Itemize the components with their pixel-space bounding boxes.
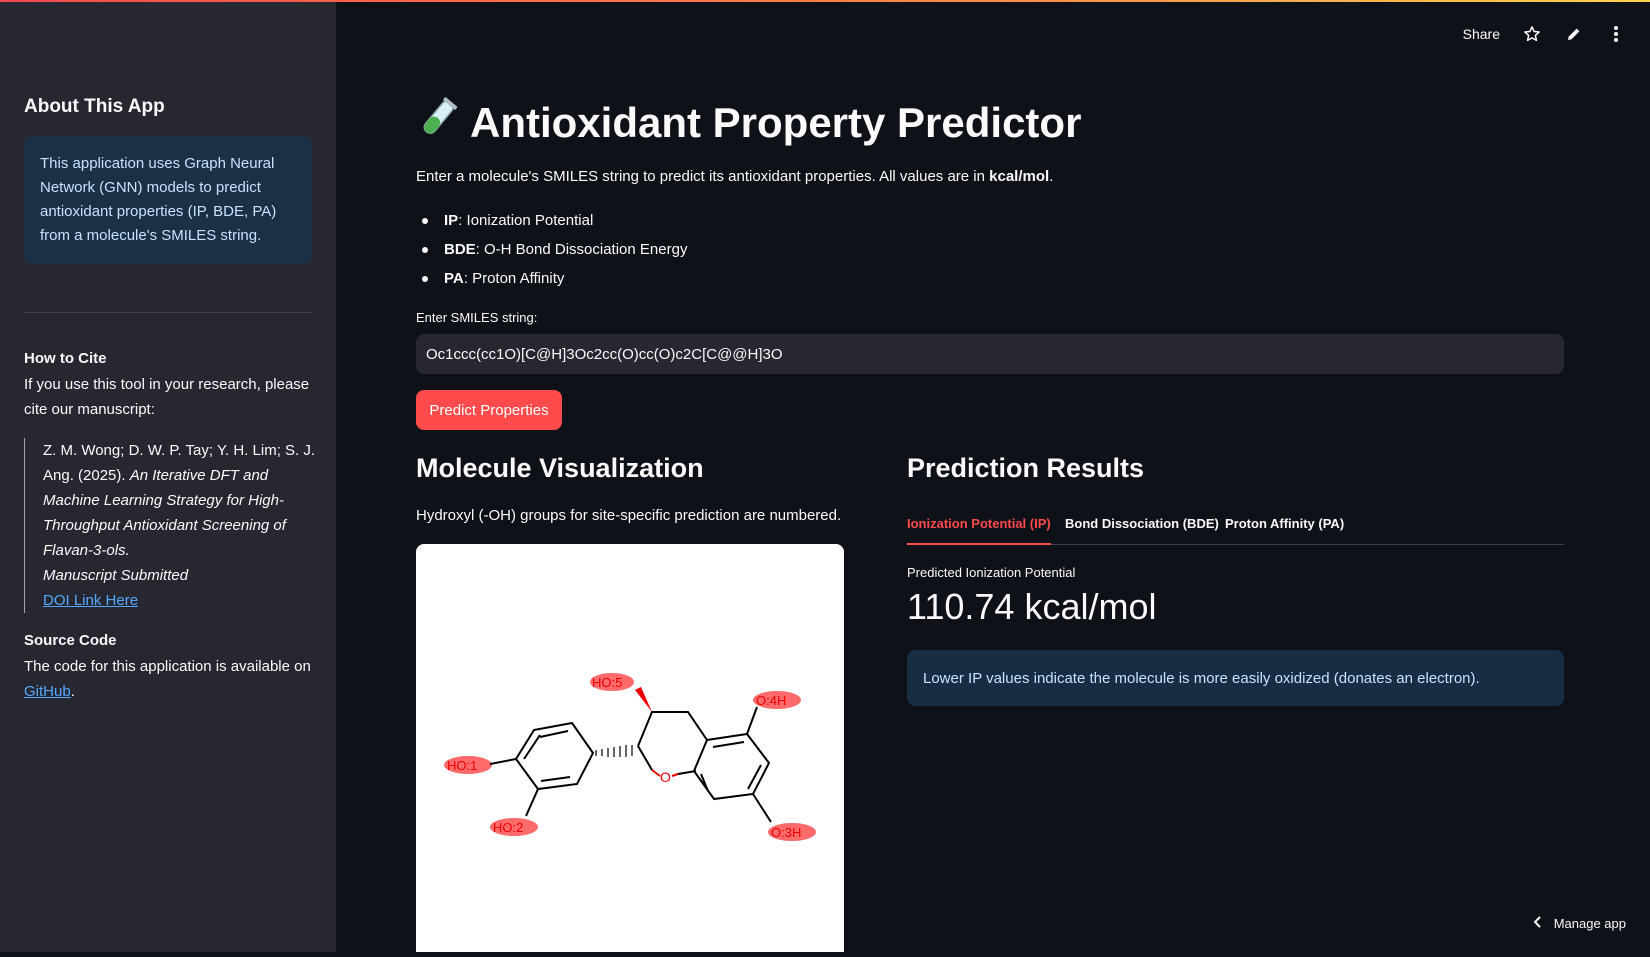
tab-ionization-potential[interactable]: Ionization Potential (IP) — [907, 516, 1051, 545]
info-alert: Lower IP values indicate the molecule is… — [907, 650, 1564, 706]
source-heading: Source Code — [24, 632, 117, 649]
smiles-input[interactable]: Oc1ccc(cc1O)[C@H]3Oc2cc(O)cc(O)c2C[C@@H]… — [416, 334, 1564, 374]
header-actions: Share — [1463, 24, 1626, 44]
property-abbr: IP — [444, 212, 459, 229]
bonds — [489, 706, 772, 823]
test-tube-icon — [416, 96, 460, 150]
hydroxyl-label: O:4H — [756, 693, 786, 708]
molecule-structure: O HO:5 O:4H HO:1 HO:2 O:3H — [444, 673, 816, 841]
cite-heading: How to Cite — [24, 350, 107, 367]
property-abbr: PA — [444, 270, 464, 287]
hydroxyl-label: HO:5 — [592, 675, 622, 690]
metric-label: Predicted Ionization Potential — [907, 565, 1076, 580]
tab-proton-affinity[interactable]: Proton Affinity (PA) — [1225, 516, 1344, 544]
predict-button[interactable]: Predict Properties — [416, 390, 562, 430]
hydroxyl-label: HO:1 — [447, 758, 477, 773]
doi-link[interactable]: DOI Link Here — [43, 592, 138, 609]
about-info-box: This application uses Graph Neural Netwo… — [24, 136, 312, 264]
cite-status: Manuscript Submitted — [43, 567, 189, 584]
list-item: IP: Ionization Potential — [416, 206, 687, 235]
property-abbr: BDE — [444, 241, 476, 258]
metric-value: 110.74 kcal/mol — [907, 586, 1157, 627]
results-heading: Prediction Results — [907, 453, 1145, 483]
manage-app-label: Manage app — [1553, 916, 1626, 931]
intro-end: . — [1049, 168, 1054, 185]
citation-blockquote: Z. M. Wong; D. W. P. Tay; Y. H. Lim; S. … — [24, 438, 319, 613]
github-link[interactable]: GitHub — [24, 683, 71, 700]
property-desc: O-H Bond Dissociation Energy — [484, 241, 688, 258]
cite-text: If you use this tool in your research, p… — [24, 376, 310, 418]
property-list: IP: Ionization Potential BDE: O-H Bond D… — [416, 206, 687, 293]
results-tabs: Ionization Potential (IP) Bond Dissociat… — [907, 512, 1564, 545]
property-desc: Proton Affinity — [472, 270, 565, 287]
hydroxyl-label: HO:2 — [493, 820, 523, 835]
chevron-left-icon — [1532, 915, 1542, 932]
pencil-icon[interactable] — [1564, 24, 1584, 44]
about-heading: About This App — [24, 96, 165, 117]
intro-pre: Enter a molecule's SMILES string to pred… — [416, 168, 990, 185]
bond-oxygen — [651, 769, 661, 777]
manage-app-button[interactable]: Manage app — [1532, 915, 1626, 932]
hashed-wedge — [595, 745, 633, 757]
list-item: PA: Proton Affinity — [416, 264, 687, 293]
sidebar-divider — [24, 312, 312, 313]
source-text-end: . — [70, 683, 75, 700]
hydroxyl-labels: HO:5 O:4H HO:1 HO:2 O:3H — [447, 675, 801, 840]
list-item: BDE: O-H Bond Dissociation Energy — [416, 235, 687, 264]
page-title-text: Antioxidant Property Predictor — [470, 99, 1082, 146]
bond-oxygen — [671, 773, 679, 777]
molecule-heading: Molecule Visualization — [416, 453, 704, 483]
tab-bond-dissociation[interactable]: Bond Dissociation (BDE) — [1065, 516, 1219, 544]
molecule-subtitle: Hydroxyl (-OH) groups for site-specific … — [416, 507, 842, 524]
smiles-label: Enter SMILES string: — [416, 310, 538, 325]
solid-wedge — [635, 687, 652, 712]
intro-text: Enter a molecule's SMILES string to pred… — [416, 168, 1053, 185]
property-desc: Ionization Potential — [466, 212, 594, 229]
kebab-menu-icon[interactable] — [1606, 24, 1626, 44]
molecule-image: O HO:5 O:4H HO:1 HO:2 O:3H — [416, 544, 844, 952]
star-icon[interactable] — [1522, 24, 1542, 44]
source-text: The code for this application is availab… — [24, 654, 316, 704]
source-text-body: The code for this application is availab… — [24, 658, 311, 675]
ring-oxygen-label: O — [660, 769, 671, 785]
sidebar: About This App This application uses Gra… — [0, 2, 336, 952]
intro-unit: kcal/mol — [989, 168, 1050, 185]
hydroxyl-label: O:3H — [771, 825, 801, 840]
page-title: Antioxidant Property Predictor — [416, 96, 1081, 150]
share-button[interactable]: Share — [1463, 26, 1500, 42]
